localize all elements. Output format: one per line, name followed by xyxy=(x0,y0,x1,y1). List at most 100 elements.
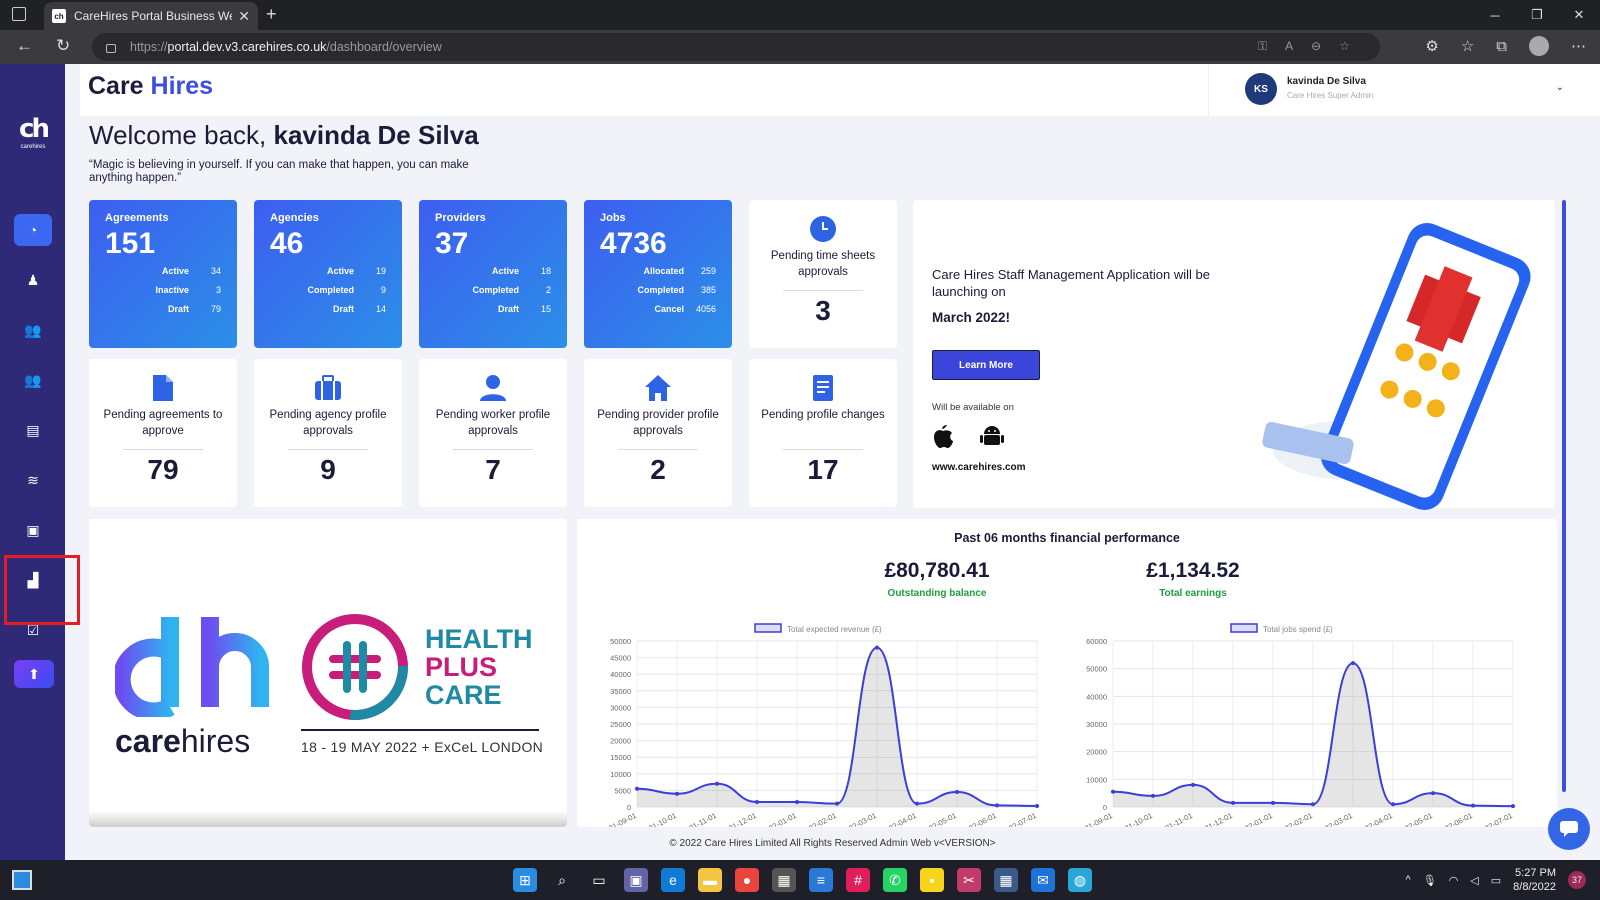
key-icon[interactable]: ⚿ xyxy=(1258,39,1267,54)
event-banner[interactable]: carehires HEALTH PLUS CARE 18 - 19 MAY 2… xyxy=(89,519,567,827)
notepad-icon[interactable]: ≡ xyxy=(809,868,833,892)
y-tick-label: 20000 xyxy=(1086,748,1107,757)
chevron-up-icon[interactable]: ^ xyxy=(1406,874,1411,886)
y-tick-label: 40000 xyxy=(610,670,631,679)
profile-icon[interactable] xyxy=(1529,36,1549,56)
calculator-icon[interactable]: ▦ xyxy=(994,868,1018,892)
user-menu[interactable]: KS kavinda De Silva Care Hires Super Adm… xyxy=(1208,64,1588,116)
favorites-icon[interactable]: ☆ xyxy=(1461,37,1474,55)
file-explorer-icon[interactable]: ▬ xyxy=(698,868,722,892)
avatar: KS xyxy=(1245,73,1277,105)
total-earnings-label: Total earnings xyxy=(1159,588,1227,599)
x-tick-label: 2022-07-01 xyxy=(1000,811,1038,827)
sidebar-item-users[interactable]: ♟ xyxy=(14,264,52,296)
stat-row: Draft 14 xyxy=(332,304,386,314)
zoom-icon[interactable]: ⊖ xyxy=(1311,39,1321,54)
agreements-card[interactable]: Agreements 151 Active 34 Inactive 3 Draft 7… xyxy=(89,200,237,348)
sidebar-item-workers[interactable]: 👥 xyxy=(14,364,52,396)
sidebar-item-upgrade[interactable]: ⬆ xyxy=(14,660,54,688)
stat-row: Draft 15 xyxy=(497,304,551,314)
y-tick-label: 15000 xyxy=(610,753,631,762)
teams-icon[interactable]: ▣ xyxy=(624,868,648,892)
website-link[interactable]: www.carehires.com xyxy=(932,462,1026,473)
agencies-card[interactable]: Agencies 46 Active 19 Completed 9 Draft 14 xyxy=(254,200,402,348)
sidebar-item-layers[interactable]: ≋ xyxy=(14,464,52,496)
task-view-icon[interactable]: ▭ xyxy=(587,868,611,892)
highlight-annotation xyxy=(4,555,80,625)
y-tick-label: 45000 xyxy=(610,654,631,663)
promo-date: March 2022! xyxy=(932,310,1011,325)
data-point xyxy=(1151,793,1155,798)
close-window-icon[interactable]: ✕ xyxy=(1558,0,1600,30)
x-tick-label: 2021-11-01 xyxy=(1156,811,1194,827)
pending-agreements-card[interactable]: Pending agreements to approve 79 xyxy=(89,359,237,507)
battery-icon[interactable]: ▭ xyxy=(1491,874,1501,887)
pending-provider-card[interactable]: Pending provider profile approvals 2 xyxy=(584,359,732,507)
favorite-add-icon[interactable]: ☆ xyxy=(1339,39,1350,54)
more-icon[interactable]: ⋯ xyxy=(1571,37,1586,55)
widgets-icon[interactable] xyxy=(12,870,32,890)
stat-row: Completed 385 xyxy=(637,285,716,295)
start-icon[interactable]: ⊞ xyxy=(513,868,537,892)
scrollbar[interactable] xyxy=(1562,200,1566,792)
close-tab-icon[interactable]: ✕ xyxy=(238,8,250,25)
back-icon[interactable]: ← xyxy=(16,36,33,56)
tab-actions-icon[interactable] xyxy=(12,7,26,21)
store-icon[interactable]: ▦ xyxy=(772,868,796,892)
mail-icon[interactable]: ✉ xyxy=(1031,868,1055,892)
maps-icon[interactable]: ◍ xyxy=(1068,868,1092,892)
system-clock[interactable]: 5:27 PM 8/8/2022 xyxy=(1513,866,1556,894)
timesheets-card[interactable]: Pending time sheets approvals 3 xyxy=(749,200,897,348)
chrome-icon[interactable]: ● xyxy=(735,868,759,892)
y-tick-label: 0 xyxy=(1103,803,1107,812)
pending-profile-changes-card[interactable]: Pending profile changes 17 xyxy=(749,359,897,507)
lock-icon xyxy=(106,44,116,53)
y-tick-label: 35000 xyxy=(610,687,631,696)
x-tick-label: 2021-12-01 xyxy=(1196,811,1234,827)
sidebar-item-documents[interactable]: ▣ xyxy=(14,514,52,546)
sidebar-item-dashboard[interactable]: ◔ xyxy=(14,214,52,246)
browser-titlebar: ch CareHires Portal Business Web A ✕ + ─… xyxy=(0,0,1600,30)
providers-card[interactable]: Providers 37 Active 18 Completed 2 Draft 15 xyxy=(419,200,567,348)
jobs-card[interactable]: Jobs 4736 Allocated 259 Completed 385 Canc… xyxy=(584,200,732,348)
edge-icon[interactable]: e xyxy=(661,868,685,892)
card-value: 37 xyxy=(435,227,469,260)
card-value: 46 xyxy=(270,227,304,260)
pending-worker-card[interactable]: Pending worker profile approvals 7 xyxy=(419,359,567,507)
pending-agency-card[interactable]: Pending agency profile approvals 9 xyxy=(254,359,402,507)
data-point xyxy=(875,645,879,650)
browser-tab[interactable]: ch CareHires Portal Business Web A ✕ xyxy=(44,2,258,30)
extensions-icon[interactable]: ⚙ xyxy=(1425,37,1438,55)
os-taskbar: ⊞ ⌕ ▭ ▣ e ▬ ● ▦ ≡ # ✆ ▪ ✂ ▦ ✉ ◍ ^ 🎙 ◠ ◁ … xyxy=(0,860,1600,900)
phone-illustration xyxy=(1253,220,1533,515)
chevron-down-icon[interactable]: ⌄ xyxy=(1556,82,1564,93)
wifi-icon[interactable]: ◠ xyxy=(1449,874,1459,887)
stat-row: Completed 9 xyxy=(307,285,386,295)
notification-badge[interactable]: 37 xyxy=(1568,871,1586,889)
snipping-icon[interactable]: ✂ xyxy=(957,868,981,892)
restore-icon[interactable]: ❐ xyxy=(1516,0,1558,30)
minimize-icon[interactable]: ─ xyxy=(1474,0,1516,30)
outstanding-balance-value: £80,780.41 xyxy=(884,559,990,582)
x-tick-label: 2021-09-01 xyxy=(600,811,638,827)
collections-icon[interactable]: ⧉ xyxy=(1496,38,1507,55)
volume-icon[interactable]: ◁ xyxy=(1470,874,1478,887)
refresh-icon[interactable]: ↻ xyxy=(56,36,70,56)
sidebar-item-agreements[interactable]: ▤ xyxy=(14,414,52,446)
new-tab-icon[interactable]: + xyxy=(266,4,277,25)
microphone-icon[interactable]: 🎙 xyxy=(1423,874,1437,887)
sidebar-item-agencies[interactable]: 👥 xyxy=(14,314,52,346)
whatsapp-icon[interactable]: ✆ xyxy=(883,868,907,892)
sticky-notes-icon[interactable]: ▪ xyxy=(920,868,944,892)
house-icon xyxy=(643,373,673,403)
search-icon[interactable]: ⌕ xyxy=(550,868,574,892)
read-aloud-icon[interactable]: A xyxy=(1285,39,1293,54)
x-tick-label: 2022-04-01 xyxy=(880,811,918,827)
url-input[interactable]: https://portal.dev.v3.carehires.co.uk/da… xyxy=(92,33,1380,61)
sidebar-logo[interactable]: ch carehires xyxy=(14,116,52,156)
finance-title: Past 06 months financial performance xyxy=(954,531,1180,545)
chat-icon[interactable] xyxy=(1548,808,1590,850)
slack-icon[interactable]: # xyxy=(846,868,870,892)
jobs-spend-chart: Total jobs spend (£) 0 10000 20000 30000 4000… xyxy=(1076,623,1515,827)
learn-more-button[interactable]: Learn More xyxy=(932,350,1040,380)
